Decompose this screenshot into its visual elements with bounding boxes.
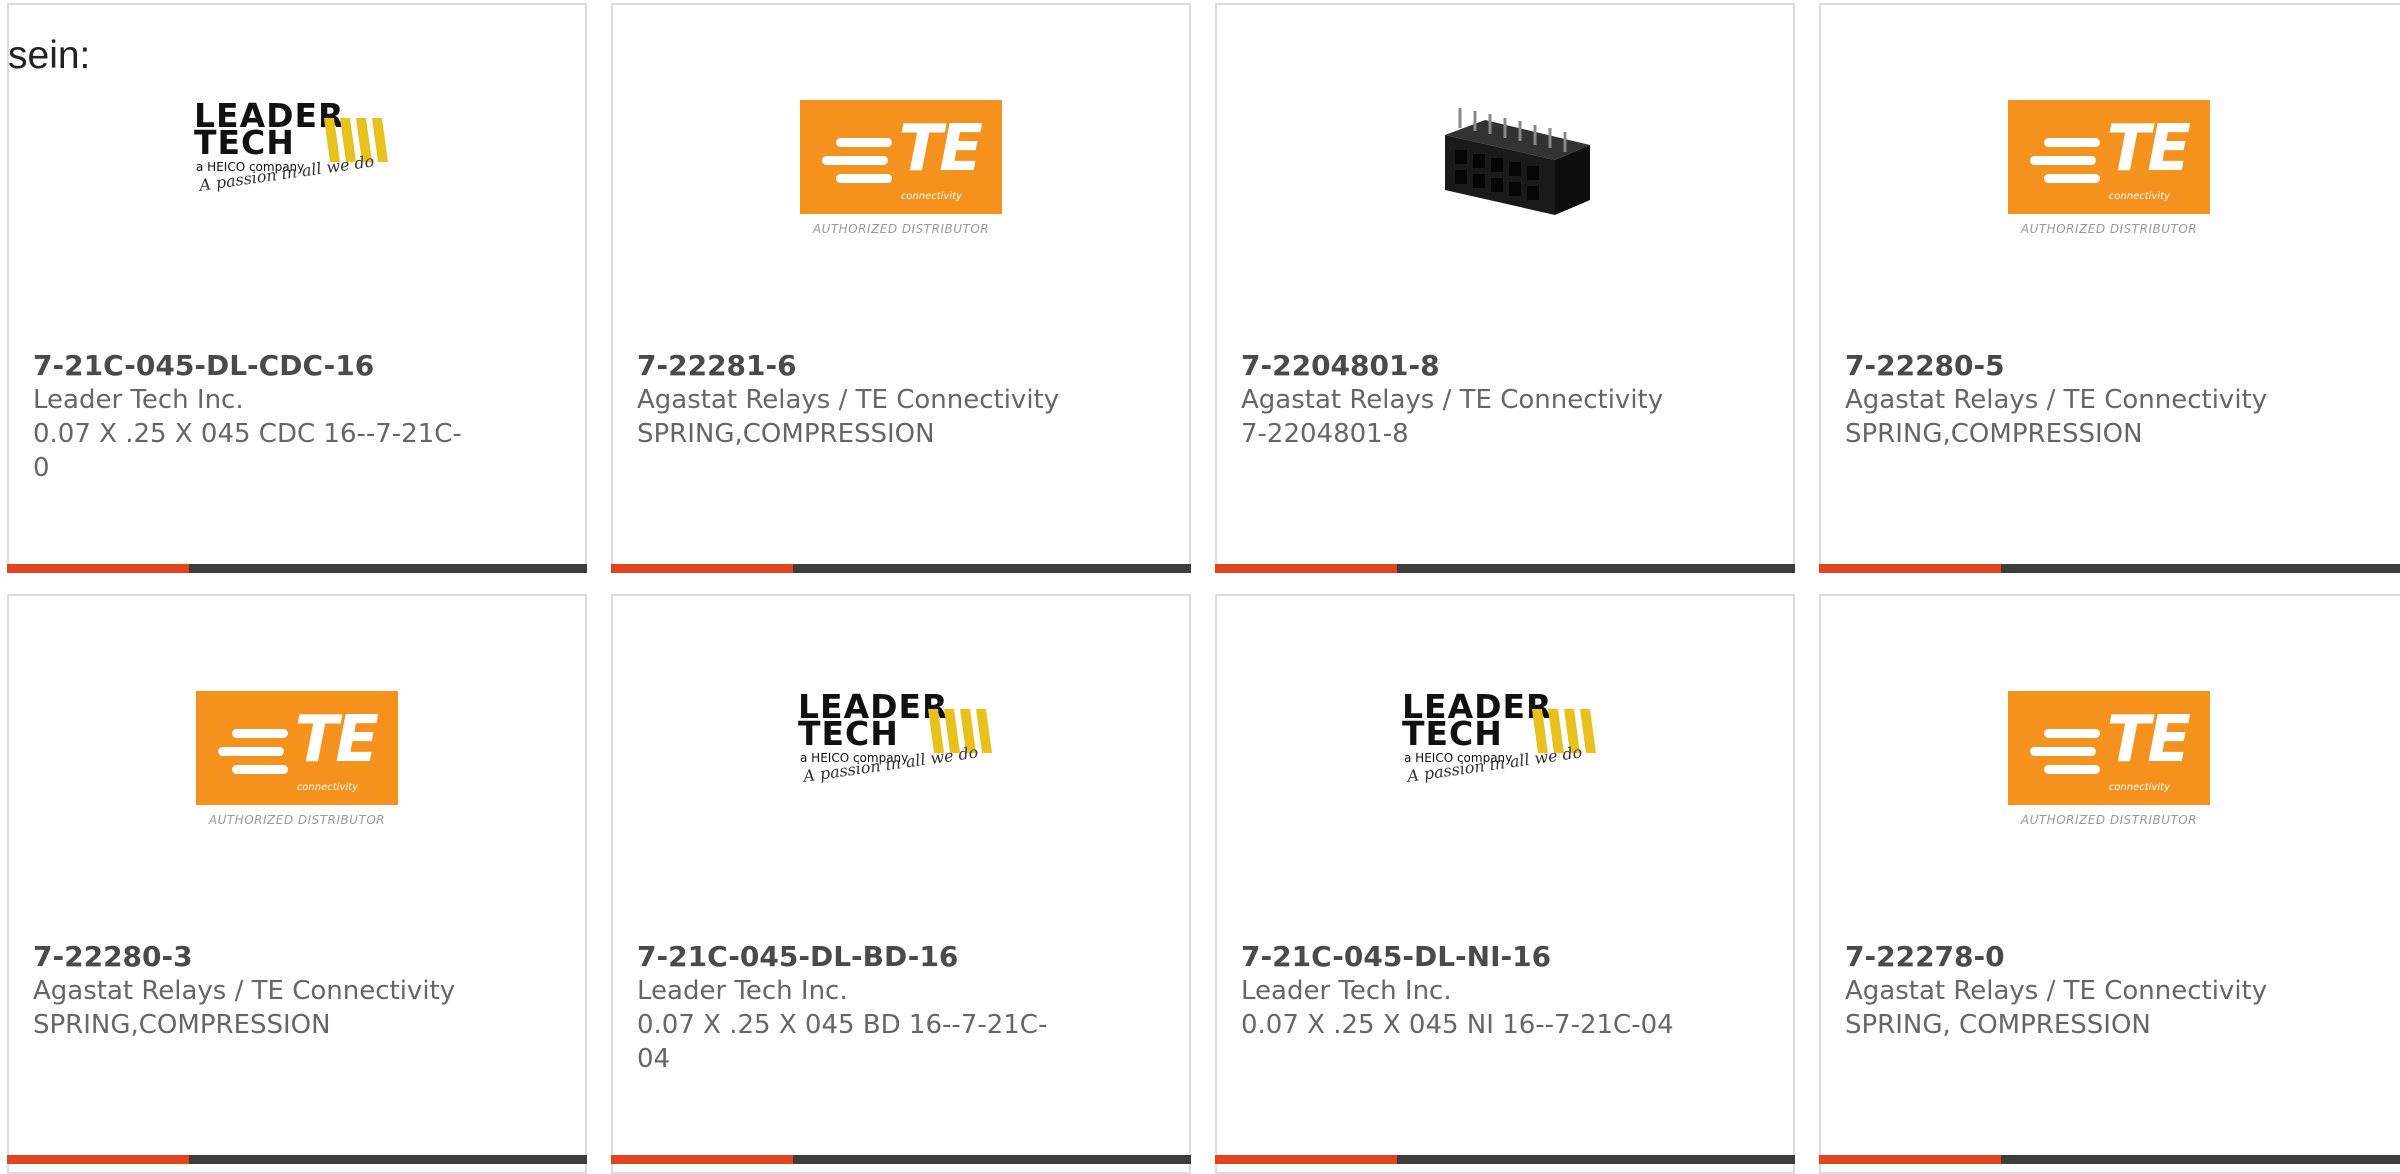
- product-description: 0.07 X .25 X 045 NI 16--7-21C-04: [1241, 1010, 1674, 1040]
- card-bottom-bar: [1215, 564, 1795, 573]
- part-number-link[interactable]: 7-22280-3: [33, 940, 193, 973]
- product-card[interactable]: 7-2204801-8 Agastat Relays / TE Connecti…: [1215, 3, 1795, 573]
- card-bottom-bar: [611, 1155, 1191, 1164]
- card-bottom-bar: [1819, 564, 2400, 573]
- part-number-link[interactable]: 7-21C-045-DL-BD-16: [637, 940, 958, 973]
- te-connectivity-logo: TE connectivity AUTHORIZED DISTRIBUTOR: [9, 691, 585, 843]
- manufacturer-name: Agastat Relays / TE Connectivity: [1241, 385, 1664, 415]
- product-card[interactable]: LEADER TECH a HEICO company A passion in …: [611, 594, 1191, 1174]
- product-description: 0.07 X .25 X 045 CDC 16--7-21C- 0: [33, 419, 462, 483]
- product-description: SPRING,COMPRESSION: [33, 1010, 331, 1040]
- part-number-link[interactable]: 7-22281-6: [637, 349, 797, 382]
- manufacturer-name: Agastat Relays / TE Connectivity: [637, 385, 1060, 415]
- product-description: 7-2204801-8: [1241, 419, 1409, 449]
- part-number-link[interactable]: 7-21C-045-DL-CDC-16: [33, 349, 374, 382]
- leader-tech-logo: LEADER TECH a HEICO company A passion in …: [1217, 690, 1793, 843]
- product-card[interactable]: LEADER TECH a HEICO company A passion in …: [1215, 594, 1795, 1174]
- product-description: SPRING, COMPRESSION: [1845, 1010, 2151, 1040]
- manufacturer-name: Leader Tech Inc.: [1241, 976, 1452, 1006]
- connector-product-image: [1217, 100, 1793, 252]
- product-card[interactable]: LEADER TECH a HEICO company A passion in …: [7, 3, 587, 573]
- leader-tech-logo: LEADER TECH a HEICO company A passion in …: [613, 690, 1189, 843]
- product-description: 0.07 X .25 X 045 BD 16--7-21C- 04: [637, 1010, 1048, 1074]
- text-fragment: sein:: [8, 34, 91, 77]
- manufacturer-name: Agastat Relays / TE Connectivity: [1845, 385, 2268, 415]
- product-card[interactable]: TE connectivity AUTHORIZED DISTRIBUTOR 7…: [611, 3, 1191, 573]
- card-bottom-bar: [7, 564, 587, 573]
- card-bottom-bar: [1819, 1155, 2400, 1164]
- manufacturer-name: Agastat Relays / TE Connectivity: [1845, 976, 2268, 1006]
- manufacturer-name: Leader Tech Inc.: [637, 976, 848, 1006]
- part-number-link[interactable]: 7-2204801-8: [1241, 349, 1440, 382]
- product-card[interactable]: TE connectivity AUTHORIZED DISTRIBUTOR 7…: [7, 594, 587, 1174]
- product-card[interactable]: TE connectivity AUTHORIZED DISTRIBUTOR 7…: [1819, 594, 2400, 1174]
- te-connectivity-logo: TE connectivity AUTHORIZED DISTRIBUTOR: [1821, 100, 2397, 252]
- card-bottom-bar: [7, 1155, 587, 1164]
- part-number-link[interactable]: 7-22278-0: [1845, 940, 2005, 973]
- part-number-link[interactable]: 7-22280-5: [1845, 349, 2005, 382]
- manufacturer-name: Leader Tech Inc.: [33, 385, 244, 415]
- card-bottom-bar: [611, 564, 1191, 573]
- te-connectivity-logo: TE connectivity AUTHORIZED DISTRIBUTOR: [613, 100, 1189, 252]
- manufacturer-name: Agastat Relays / TE Connectivity: [33, 976, 456, 1006]
- part-number-link[interactable]: 7-21C-045-DL-NI-16: [1241, 940, 1551, 973]
- product-description: SPRING,COMPRESSION: [1845, 419, 2143, 449]
- card-bottom-bar: [1215, 1155, 1795, 1164]
- product-card[interactable]: TE connectivity AUTHORIZED DISTRIBUTOR 7…: [1819, 3, 2400, 573]
- te-connectivity-logo: TE connectivity AUTHORIZED DISTRIBUTOR: [1821, 691, 2397, 843]
- leader-tech-logo: LEADER TECH a HEICO company A passion in …: [9, 99, 585, 252]
- product-description: SPRING,COMPRESSION: [637, 419, 935, 449]
